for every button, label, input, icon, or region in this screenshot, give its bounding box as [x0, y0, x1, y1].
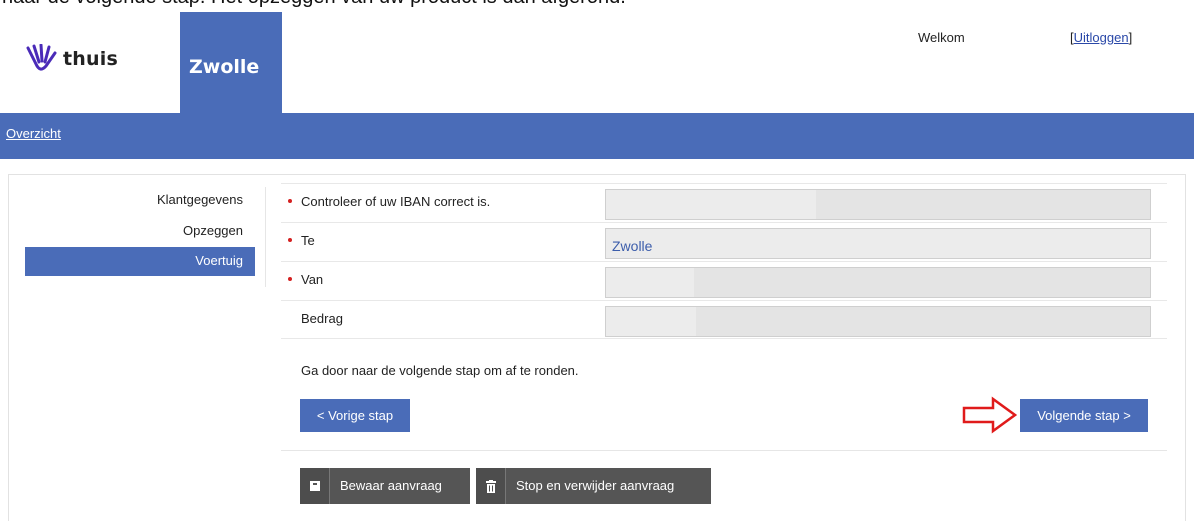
sidebar-divider: [265, 187, 266, 287]
logo-text: thuis: [63, 48, 118, 70]
sidebar-item-klantgegevens[interactable]: Klantgegevens: [25, 185, 255, 216]
field-shade: [816, 190, 1150, 219]
required-marker: [288, 277, 292, 281]
te-label: Te: [301, 233, 315, 248]
logout-wrapper: [Uitloggen]: [1070, 30, 1132, 45]
bedrag-field[interactable]: [605, 306, 1151, 337]
red-arrow-icon: [962, 396, 1018, 434]
stop-delete-request-button[interactable]: Stop en verwijder aanvraag: [476, 468, 711, 504]
van-label: Van: [301, 272, 324, 287]
sidebar-item-opzeggen[interactable]: Opzeggen: [25, 216, 255, 247]
hand-logo-icon: [26, 44, 57, 71]
stop-delete-request-label: Stop en verwijder aanvraag: [516, 478, 675, 493]
bedrag-label: Bedrag: [301, 311, 343, 326]
iban-label: Controleer of uw IBAN correct is.: [301, 194, 491, 209]
previous-step-button[interactable]: < Vorige stap: [300, 399, 410, 432]
required-marker: [288, 199, 292, 203]
save-icon: [300, 468, 330, 504]
form-row-te: Te Zwolle: [281, 222, 1167, 261]
iban-field[interactable]: [605, 189, 1151, 220]
form: Controleer of uw IBAN correct is. Te Zwo…: [281, 183, 1167, 339]
header: thuis Zwolle Welkom [Uitloggen]: [0, 0, 1194, 113]
te-value: Zwolle: [612, 238, 653, 254]
city-name: Zwolle: [189, 56, 260, 78]
next-step-button[interactable]: Volgende stap >: [1020, 399, 1148, 432]
required-marker: [288, 238, 292, 242]
van-field[interactable]: [605, 267, 1151, 298]
logout-link[interactable]: Uitloggen: [1074, 30, 1129, 45]
sidebar: Klantgegevens Opzeggen Voertuig: [25, 185, 255, 276]
city-block: Zwolle: [180, 12, 282, 113]
sidebar-item-voertuig[interactable]: Voertuig: [25, 247, 255, 276]
form-note: Ga door naar de volgende stap om af te r…: [301, 363, 579, 378]
form-row-bedrag: Bedrag: [281, 300, 1167, 339]
field-shade: [694, 268, 1150, 297]
welcome-text: Welkom: [918, 30, 965, 45]
main-content: Klantgegevens Opzeggen Voertuig Controle…: [8, 174, 1186, 521]
navbar: Overzicht: [0, 113, 1194, 159]
trash-icon: [476, 468, 506, 504]
bottom-divider: [281, 450, 1167, 451]
logo[interactable]: thuis: [24, 44, 118, 74]
nav-overview-link[interactable]: Overzicht: [6, 126, 61, 141]
field-shade: [696, 307, 1150, 336]
te-field[interactable]: Zwolle: [605, 228, 1151, 259]
save-request-button[interactable]: Bewaar aanvraag: [300, 468, 470, 504]
form-row-iban: Controleer of uw IBAN correct is.: [281, 183, 1167, 222]
logout-bracket-close: ]: [1128, 30, 1133, 45]
save-request-label: Bewaar aanvraag: [340, 478, 442, 493]
form-row-van: Van: [281, 261, 1167, 300]
